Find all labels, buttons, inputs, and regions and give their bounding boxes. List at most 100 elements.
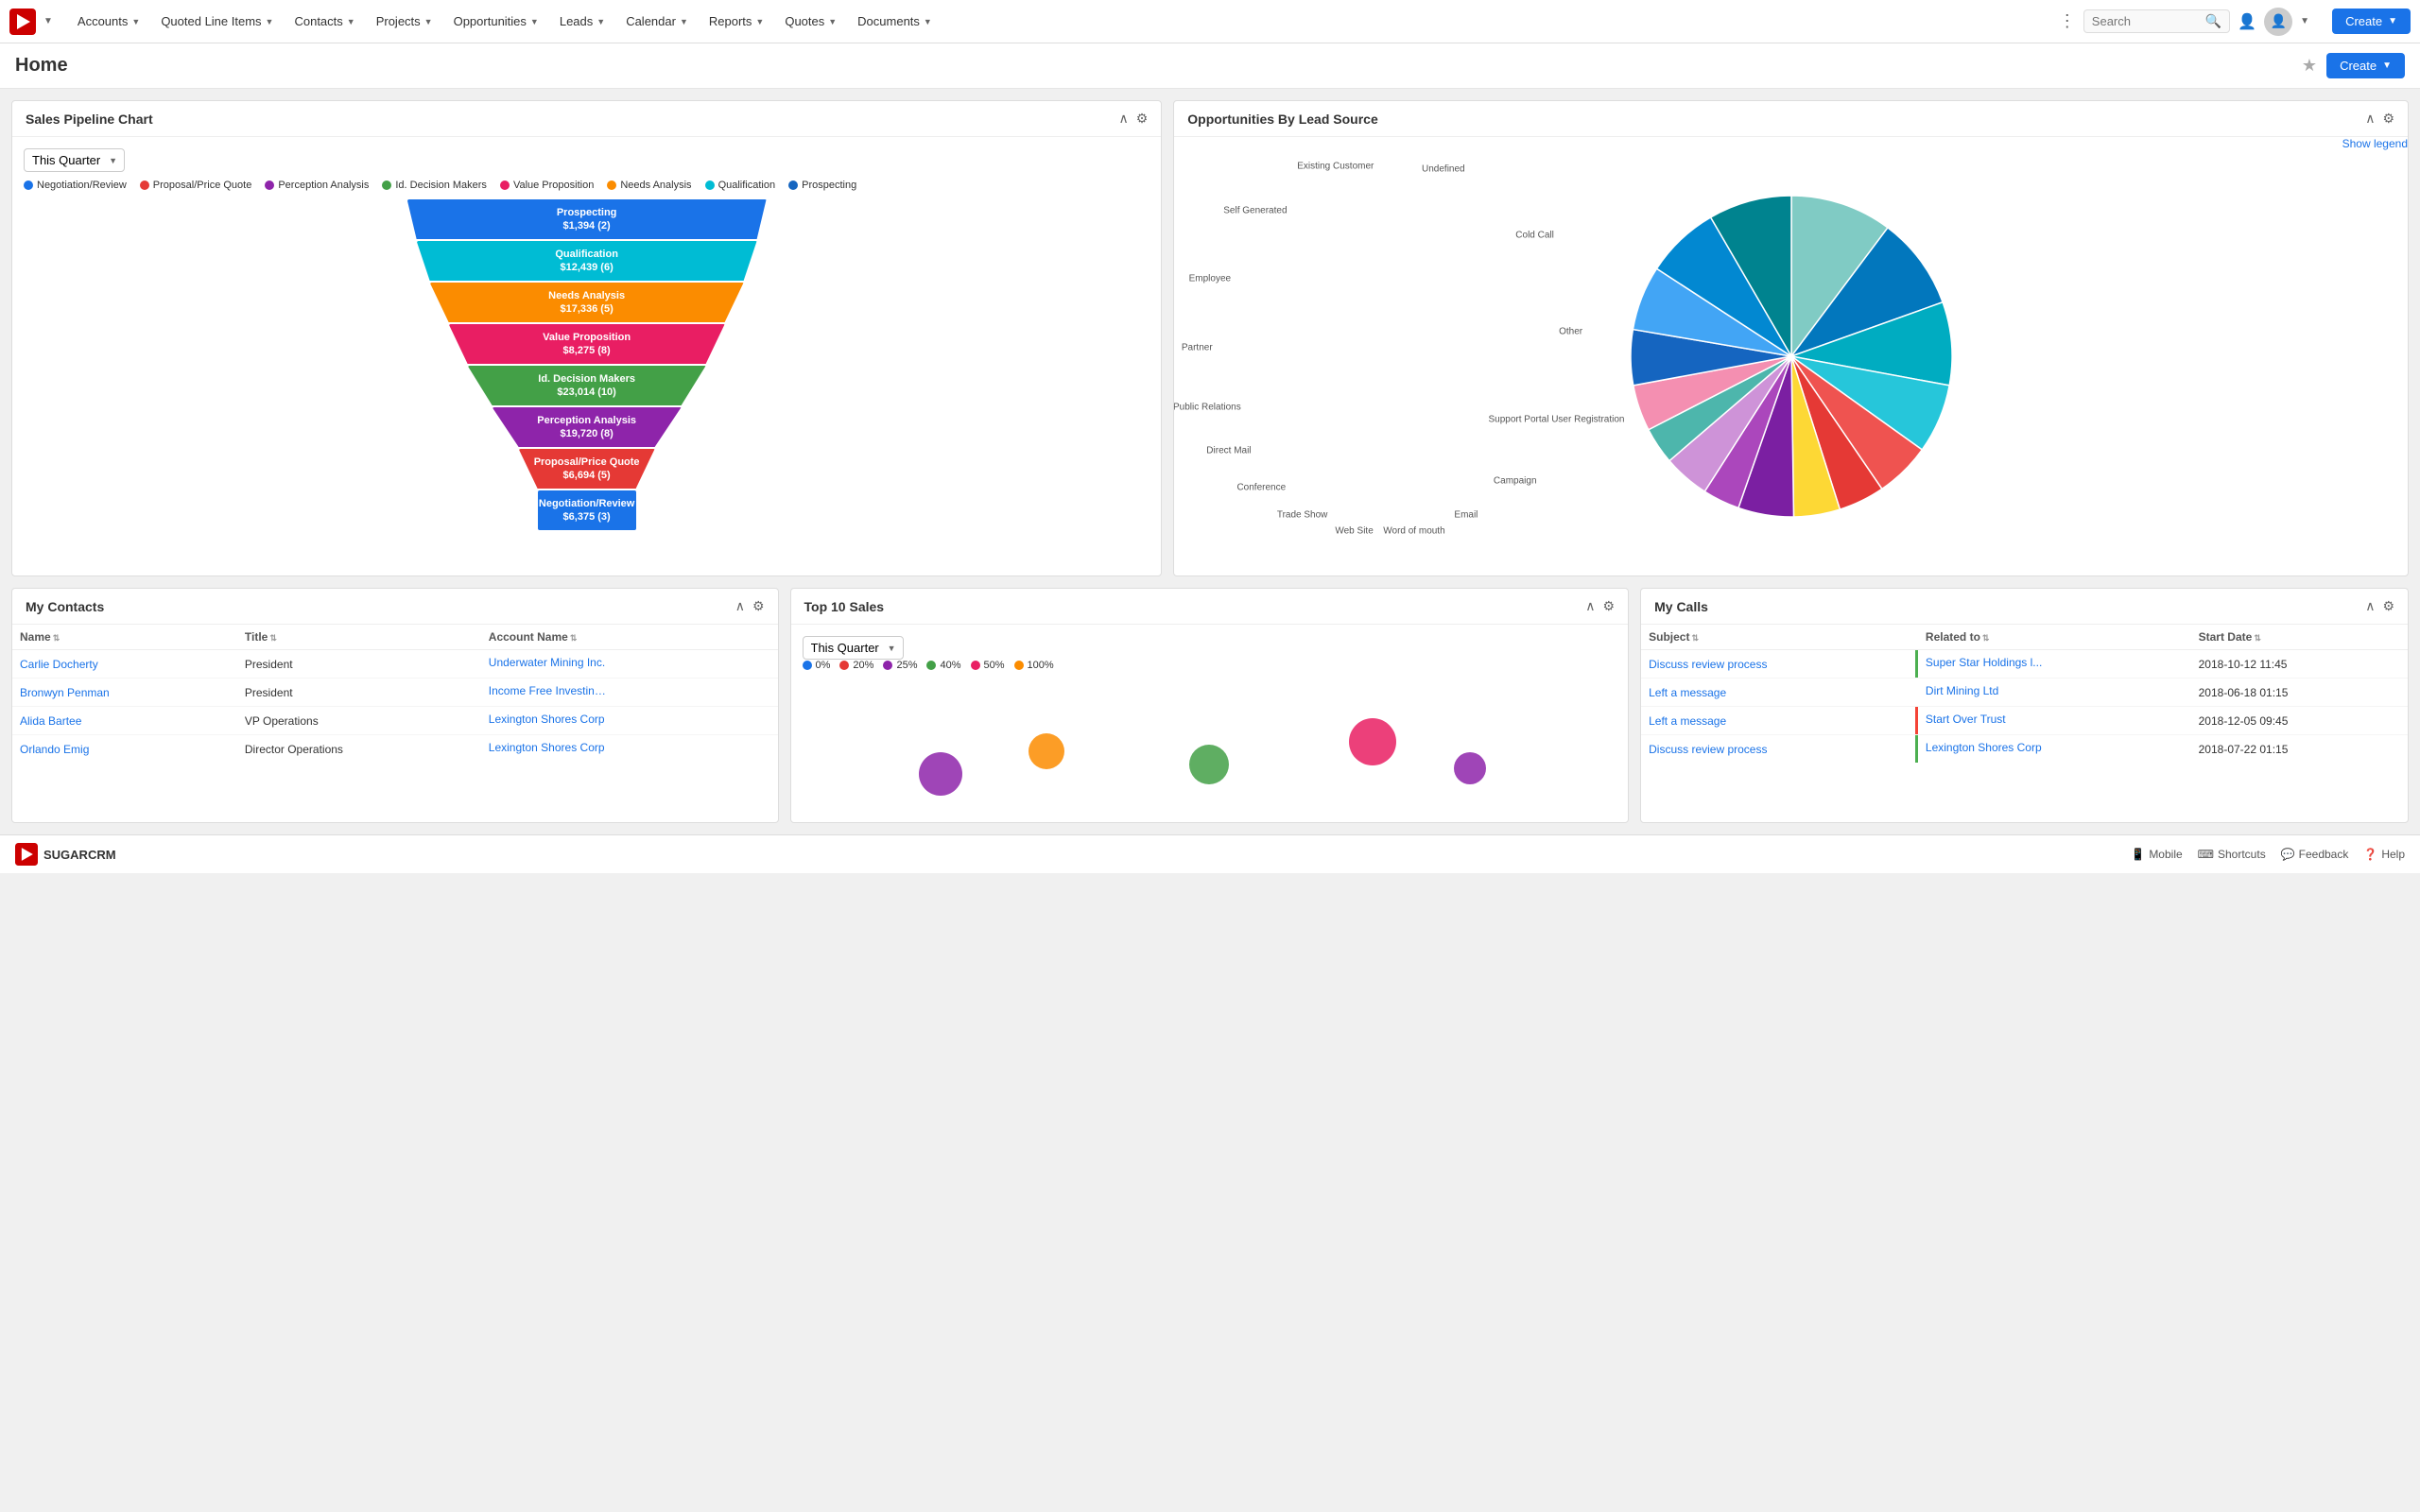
pipeline-collapse-btn[interactable]: ∧: [1118, 111, 1128, 127]
footer-action-label: Help: [2381, 848, 2405, 861]
contacts-settings-btn[interactable]: ⚙: [752, 598, 765, 614]
contact-name[interactable]: Alida Bartee: [12, 707, 237, 735]
user-caret[interactable]: ▼: [2300, 16, 2309, 26]
funnel-row[interactable]: Prospecting$1,394 (2): [407, 199, 767, 239]
top10-settings-btn[interactable]: ⚙: [1603, 598, 1616, 614]
contacts-collapse-btn[interactable]: ∧: [735, 598, 745, 614]
top10-quarter-select[interactable]: This QuarterLast QuarterThis Year: [803, 636, 904, 660]
contacts-col-header[interactable]: Title⇅: [237, 625, 481, 650]
call-related[interactable]: Start Over Trust: [1918, 707, 2191, 735]
footer-logo-icon: [15, 843, 38, 866]
top10-title: Top 10 Sales: [804, 599, 885, 614]
contact-title: Director Operations: [237, 735, 481, 764]
nav-item-quoted-line-items[interactable]: Quoted Line Items▼: [151, 0, 283, 43]
funnel-label-inside: Prospecting$1,394 (2): [553, 204, 621, 235]
favorite-button[interactable]: ★: [2302, 56, 2317, 76]
legend-dot: [705, 180, 715, 190]
calls-settings-btn[interactable]: ⚙: [2382, 598, 2394, 614]
funnel-row[interactable]: Proposal/Price Quote$6,694 (5): [519, 449, 655, 489]
nav-item-calendar[interactable]: Calendar▼: [616, 0, 698, 43]
footer-feedback[interactable]: 💬Feedback: [2281, 848, 2349, 861]
pipeline-quarter-select[interactable]: This QuarterLast QuarterThis Year: [24, 148, 125, 172]
call-subject[interactable]: Discuss review process: [1641, 650, 1918, 679]
create-button[interactable]: Create ▼: [2332, 9, 2411, 34]
page-header: Home ★ Create ▼: [0, 43, 2420, 89]
funnel-row[interactable]: Id. Decision Makers$23,014 (10): [468, 366, 706, 405]
funnel-row[interactable]: Qualification$12,439 (6): [417, 241, 757, 281]
nav-item-documents[interactable]: Documents▼: [848, 0, 942, 43]
avatar[interactable]: 👤: [2264, 8, 2292, 36]
nav-item-contacts[interactable]: Contacts▼: [285, 0, 364, 43]
bubble[interactable]: [1189, 745, 1229, 784]
contacts-title: My Contacts: [26, 599, 104, 614]
call-date: 2018-06-18 01:15: [2191, 679, 2408, 707]
logo-caret[interactable]: ▼: [43, 16, 53, 26]
funnel-label-inside: Qualification$12,439 (6): [551, 246, 622, 277]
calls-panel-header: My Calls ∧ ⚙: [1641, 589, 2408, 625]
bubble[interactable]: [1349, 718, 1396, 765]
notification-icon[interactable]: 👤: [2238, 12, 2256, 31]
calls-col-header[interactable]: Subject⇅: [1641, 625, 1918, 650]
contact-account[interactable]: Income Free Investing ...: [481, 679, 778, 707]
footer-shortcuts[interactable]: ⌨Shortcuts: [2198, 848, 2266, 861]
top10-collapse-btn[interactable]: ∧: [1585, 598, 1595, 614]
funnel-bar: Prospecting$1,394 (2): [407, 199, 767, 239]
legend-label: Id. Decision Makers: [395, 180, 487, 191]
nav-more-button[interactable]: ⋮: [2051, 11, 2083, 31]
footer-mobile[interactable]: 📱Mobile: [2131, 848, 2182, 861]
nav-item-projects[interactable]: Projects▼: [367, 0, 442, 43]
call-subject[interactable]: Left a message: [1641, 707, 1918, 735]
nav-item-label-reports: Reports: [709, 14, 752, 28]
contact-name[interactable]: Orlando Emig: [12, 735, 237, 764]
main-content: Sales Pipeline Chart ∧ ⚙ This QuarterLas…: [0, 89, 2420, 834]
bubble[interactable]: [1028, 733, 1064, 769]
nav-caret-accounts: ▼: [131, 17, 140, 26]
pipeline-title: Sales Pipeline Chart: [26, 112, 153, 127]
nav-item-opportunities[interactable]: Opportunities▼: [444, 0, 548, 43]
pipeline-settings-btn[interactable]: ⚙: [1136, 111, 1149, 127]
contacts-col-header[interactable]: Account Name⇅: [481, 625, 778, 650]
call-related[interactable]: Lexington Shores Corp: [1918, 735, 2191, 764]
bubble-legend-item: 40%: [926, 660, 960, 671]
calls-col-header[interactable]: Related to⇅: [1918, 625, 2191, 650]
call-subject[interactable]: Discuss review process: [1641, 735, 1918, 764]
funnel-row[interactable]: Perception Analysis$19,720 (8): [493, 407, 682, 447]
search-icon[interactable]: 🔍: [2205, 13, 2221, 29]
bubble-pct: 40%: [940, 660, 960, 671]
leads-title: Opportunities By Lead Source: [1187, 112, 1377, 127]
page-header-actions: ★ Create ▼: [2302, 53, 2405, 78]
contact-name[interactable]: Carlie Docherty: [12, 650, 237, 679]
leads-collapse-btn[interactable]: ∧: [2365, 111, 2375, 127]
top10-panel: Top 10 Sales ∧ ⚙ This QuarterLast Quarte…: [790, 588, 1630, 823]
calls-col-header[interactable]: Start Date⇅: [2191, 625, 2408, 650]
logo[interactable]: [9, 9, 36, 35]
pie-label: Campaign: [1494, 475, 1537, 486]
legend-dot: [24, 180, 33, 190]
nav-actions: 👤 👤 ▼ Create ▼: [2238, 8, 2411, 36]
leads-settings-btn[interactable]: ⚙: [2382, 111, 2394, 127]
contact-account[interactable]: Lexington Shores Corp: [481, 707, 778, 735]
bubble[interactable]: [919, 752, 962, 796]
funnel-row[interactable]: Value Proposition$8,275 (8): [449, 324, 725, 364]
bubble[interactable]: [1454, 752, 1486, 784]
contacts-col-header[interactable]: Name⇅: [12, 625, 237, 650]
nav-item-reports[interactable]: Reports▼: [700, 0, 773, 43]
contact-account[interactable]: Lexington Shores Corp: [481, 735, 778, 764]
funnel-row[interactable]: Needs Analysis$17,336 (5): [430, 283, 744, 322]
contact-name[interactable]: Bronwyn Penman: [12, 679, 237, 707]
nav-item-accounts[interactable]: Accounts▼: [68, 0, 149, 43]
page-create-button[interactable]: Create ▼: [2326, 53, 2405, 78]
call-related[interactable]: Dirt Mining Ltd: [1918, 679, 2191, 707]
pie-label: Other: [1559, 327, 1582, 337]
search-input[interactable]: [2092, 14, 2205, 28]
footer-actions: 📱Mobile ⌨Shortcuts 💬Feedback ❓Help: [2131, 848, 2405, 861]
nav-item-leads[interactable]: Leads▼: [550, 0, 614, 43]
contact-account[interactable]: Underwater Mining Inc.: [481, 650, 778, 679]
call-related[interactable]: Super Star Holdings l...: [1918, 650, 2191, 679]
calls-collapse-btn[interactable]: ∧: [2365, 598, 2375, 614]
nav-item-quotes[interactable]: Quotes▼: [775, 0, 846, 43]
funnel-row[interactable]: Negotiation/Review$6,375 (3): [538, 490, 636, 530]
pie-label: Cold Call: [1515, 231, 1554, 241]
call-subject[interactable]: Left a message: [1641, 679, 1918, 707]
footer-help[interactable]: ❓Help: [2363, 848, 2405, 861]
